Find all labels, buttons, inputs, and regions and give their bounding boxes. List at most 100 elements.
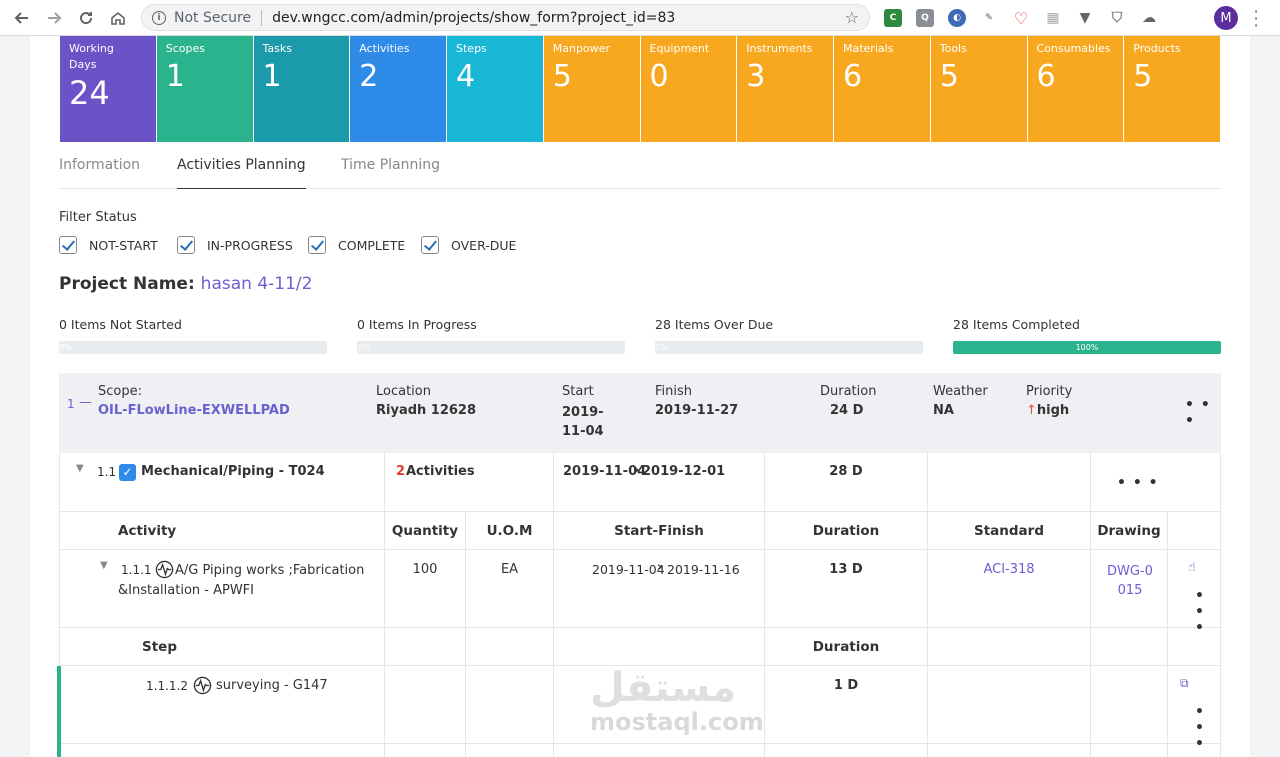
bookmark-star-icon[interactable]: ☆: [845, 8, 859, 27]
stat-tile-products[interactable]: Products 5: [1124, 36, 1220, 142]
activity-action-cell: ☝ • • •: [1168, 550, 1221, 636]
stat-tile-equipment[interactable]: Equipment 0: [640, 36, 737, 142]
activities-label: Activities: [406, 464, 475, 479]
stat-value: 1: [262, 59, 282, 94]
step-empty-cell: [1091, 744, 1168, 757]
stat-value: 0: [649, 59, 669, 94]
cors-extension-icon[interactable]: C: [884, 9, 902, 27]
header-duration: Duration: [765, 512, 928, 549]
info-icon[interactable]: i: [152, 10, 166, 25]
drawing-link[interactable]: DWG-0015: [1106, 562, 1154, 600]
header-standard: Standard: [928, 512, 1091, 549]
checkbox-checked-icon[interactable]: [59, 236, 77, 254]
checkbox-checked-icon[interactable]: [308, 236, 326, 254]
priority-label: Priority: [1026, 384, 1073, 399]
stat-tile-manpower[interactable]: Manpower 5: [543, 36, 640, 142]
filter-complete-checkbox[interactable]: COMPLETE: [308, 236, 405, 254]
progress-percent: 100%: [1075, 343, 1099, 352]
finish-label: Finish: [655, 384, 693, 399]
activity-quantity: 100: [412, 562, 438, 577]
stat-tile-materials[interactable]: Materials 6: [834, 36, 930, 142]
stat-tile-working-days[interactable]: Working Days 24: [60, 36, 156, 142]
scope-menu-icon[interactable]: • • •: [1185, 397, 1221, 429]
scope-collapse-icon[interactable]: —: [79, 395, 92, 410]
checkbox-checked-icon[interactable]: [421, 236, 439, 254]
browser-menu-icon[interactable]: · · ·: [1252, 4, 1260, 34]
stat-tile-activities[interactable]: Activities 2: [350, 36, 446, 142]
activity-name: A/G Piping works ;Fabrication &Installat…: [118, 563, 365, 598]
stat-label: Products: [1133, 42, 1181, 55]
eyedropper-extension-icon[interactable]: ✎: [980, 9, 998, 27]
tab-time-planning[interactable]: Time Planning: [341, 156, 440, 189]
stat-label: Consumables: [1036, 42, 1111, 55]
step-name: surveying - G147: [216, 678, 328, 693]
start-label: Start: [562, 384, 594, 399]
tab-bar: Information Activities Planning Time Pla…: [59, 156, 1221, 189]
stat-tile-tasks[interactable]: Tasks 1: [253, 36, 350, 142]
chevron-right-icon: ›: [634, 463, 640, 478]
checkbox-checked-icon[interactable]: [177, 236, 195, 254]
progress-label: 28 Items Completed: [953, 317, 1080, 332]
filter-in-progress-checkbox[interactable]: IN-PROGRESS: [177, 236, 293, 254]
heart-extension-icon[interactable]: ♡: [1012, 9, 1030, 28]
scope-index: 1: [67, 397, 75, 411]
chat-extension-icon[interactable]: Q: [916, 9, 934, 27]
tab-information[interactable]: Information: [59, 156, 140, 189]
step-name-cell: 1.1.1.2 surveying - G147: [59, 666, 385, 743]
step-empty-cell: [928, 744, 1091, 757]
step-header-empty: [554, 628, 765, 665]
watermark-arabic: مستقل: [590, 665, 737, 711]
stat-tile-steps[interactable]: Steps 4: [447, 36, 543, 142]
activity-duration: 13 D: [829, 562, 863, 577]
url-text[interactable]: dev.wngcc.com/admin/projects/show_form?p…: [272, 10, 675, 26]
stat-label: Scopes: [165, 42, 205, 55]
home-icon[interactable]: [106, 6, 130, 30]
stat-tile-tools[interactable]: Tools 5: [930, 36, 1027, 142]
task-activities-cell: 2 Activities: [385, 453, 554, 511]
filter-over-due-checkbox[interactable]: OVER-DUE: [421, 236, 516, 254]
stat-tile-scopes[interactable]: Scopes 1: [156, 36, 253, 142]
task-menu-cell: • • •: [1091, 453, 1221, 511]
filter-not-start-checkbox[interactable]: NOT-START: [59, 236, 158, 254]
back-icon[interactable]: [10, 6, 34, 30]
task-name: Mechanical/Piping - T024: [141, 464, 325, 479]
step-name-cell: [59, 744, 385, 757]
progress-item: 0 Items In Progress 0%: [357, 317, 625, 354]
standard-link[interactable]: ACI-318: [983, 562, 1034, 577]
filter-status-label: Filter Status: [59, 210, 137, 225]
progress-item: 0 Items Not Started 0%: [59, 317, 327, 354]
task-name-cell: ▼ 1.1 ✓ Mechanical/Piping - T024: [59, 453, 385, 511]
activity-collapse-icon[interactable]: ▼: [100, 560, 108, 571]
stat-label: Equipment: [649, 42, 710, 55]
scope-name-link[interactable]: OIL-FLowLine-EXWELLPAD: [98, 403, 290, 418]
project-name-link[interactable]: hasan 4-11/2: [201, 274, 313, 294]
stat-label: Steps: [456, 42, 487, 55]
duration-value: 24 D: [830, 403, 864, 418]
priority-value: ↑high: [1026, 403, 1069, 418]
step-empty-cell: [928, 666, 1091, 743]
stat-tile-consumables[interactable]: Consumables 6: [1027, 36, 1124, 142]
reload-icon[interactable]: [74, 6, 98, 30]
step-header-row: Step Duration: [59, 628, 1221, 666]
tab-activities-planning[interactable]: Activities Planning: [177, 156, 306, 189]
grid-extension-icon[interactable]: ▦: [1044, 9, 1062, 27]
task-check-icon[interactable]: ✓: [119, 464, 136, 481]
stat-tile-instruments[interactable]: Instruments 3: [737, 36, 833, 142]
activity-dates-cell: 2019-11-04 › 2019-11-16: [554, 550, 765, 627]
cloud-extension-icon[interactable]: ☁: [1140, 9, 1158, 27]
stat-value: 4: [456, 59, 476, 94]
chevron-right-icon: ›: [657, 560, 663, 575]
forward-icon[interactable]: [42, 6, 66, 30]
address-bar[interactable]: i Not Secure dev.wngcc.com/admin/project…: [141, 4, 870, 31]
profile-avatar[interactable]: M: [1214, 6, 1238, 30]
finish-value: 2019-11-27: [655, 403, 739, 418]
vue-extension-icon[interactable]: ▼: [1076, 9, 1094, 27]
external-link-icon[interactable]: ⧉: [1180, 676, 1189, 691]
progress-bar: 0%: [59, 341, 327, 354]
globe-extension-icon[interactable]: ◐: [948, 9, 966, 27]
task-menu-icon[interactable]: • • •: [1117, 475, 1159, 491]
shield-extension-icon[interactable]: ⛉: [1108, 9, 1126, 27]
hand-pointer-icon[interactable]: ☝: [1188, 560, 1196, 575]
task-collapse-icon[interactable]: ▼: [76, 463, 84, 474]
step-header-empty: [385, 628, 466, 665]
